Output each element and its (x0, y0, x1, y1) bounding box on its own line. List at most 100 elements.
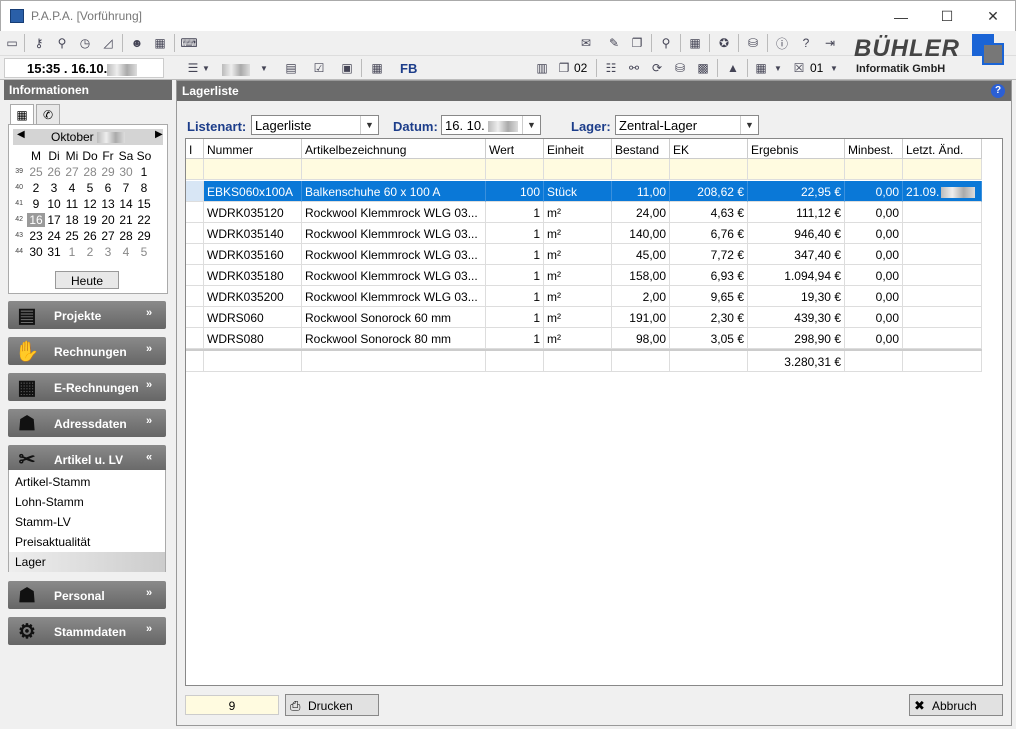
grid-icon[interactable]: ▦ (368, 59, 386, 77)
cell-col-minbest[interactable]: 0,00 (845, 223, 903, 244)
cell-col-bestand[interactable]: 11,00 (612, 181, 670, 202)
calendar-day[interactable]: 14 (117, 197, 135, 211)
calendar-tab-icon[interactable]: ▦ (10, 104, 34, 124)
cell-col-einheit[interactable]: m² (544, 265, 612, 286)
calendar-day-today[interactable]: 16 (27, 213, 45, 227)
cell-col-nummer[interactable]: WDRK035180 (204, 265, 302, 286)
cell-col-i[interactable] (186, 244, 204, 265)
minimize-button[interactable]: — (878, 1, 924, 32)
cell-col-ek[interactable]: 4,63 € (670, 202, 748, 223)
header-col-artikelbezeichnung[interactable]: Artikelbezeichnung (302, 139, 486, 159)
cell-col-bestand[interactable]: 191,00 (612, 307, 670, 328)
next-month-icon[interactable]: ▶ (155, 129, 163, 140)
header-col-i[interactable]: I (186, 139, 204, 159)
filter-cell[interactable] (486, 159, 544, 180)
cell-col-minbest[interactable]: 0,00 (845, 181, 903, 202)
exit-icon[interactable]: ⇥ (821, 34, 839, 52)
calendar-day[interactable]: 12 (81, 197, 99, 211)
help-icon[interactable]: ? (797, 34, 815, 52)
cell-col-bestand[interactable]: 45,00 (612, 244, 670, 265)
cell-col-einheit[interactable]: m² (544, 202, 612, 223)
cell-col-i[interactable] (186, 202, 204, 223)
cell-col-bestand[interactable]: 140,00 (612, 223, 670, 244)
cell-col-letzt-aend[interactable] (903, 307, 982, 328)
cell-col-nummer[interactable]: WDRK035120 (204, 202, 302, 223)
cell-col-letzt-aend[interactable] (903, 286, 982, 307)
cell-col-wert[interactable]: 100 (486, 181, 544, 202)
calendar-day[interactable]: 22 (135, 213, 153, 227)
cell-col-letzt-aend[interactable] (903, 265, 982, 286)
close-button[interactable]: ✕ (970, 1, 1016, 32)
chevron-down-icon[interactable]: ▼ (772, 59, 784, 77)
calendar-day[interactable]: 7 (117, 181, 135, 195)
cell-col-ergebnis[interactable]: 1.094,94 € (748, 265, 845, 286)
key-icon[interactable]: ⚷ (30, 34, 48, 52)
cell-col-ek[interactable]: 9,65 € (670, 286, 748, 307)
clipboard-check-icon[interactable]: ☑ (310, 59, 328, 77)
cell-col-ek[interactable]: 208,62 € (670, 181, 748, 202)
calendar-day[interactable]: 5 (135, 245, 153, 259)
calendar-day[interactable]: 10 (45, 197, 63, 211)
print-button[interactable]: ⎙ Drucken (285, 694, 379, 716)
calendar-day[interactable]: 30 (117, 165, 135, 179)
cell-col-nummer[interactable]: WDRK035160 (204, 244, 302, 265)
fb-label[interactable]: FB (400, 61, 417, 76)
calendar-day[interactable]: 4 (63, 181, 81, 195)
cell-col-wert[interactable]: 1 (486, 286, 544, 307)
calendar-day[interactable]: 29 (99, 165, 117, 179)
datum-select[interactable]: 16. 10. ▼ (441, 115, 541, 135)
phone-tab-icon[interactable]: ✆ (36, 104, 60, 124)
binary-icon[interactable]: ▩ (694, 59, 712, 77)
calendar-day[interactable]: 8 (135, 181, 153, 195)
cell-col-minbest[interactable]: 0,00 (845, 286, 903, 307)
cell-col-ergebnis[interactable]: 111,12 € (748, 202, 845, 223)
filter-cell[interactable] (186, 159, 204, 180)
cell-col-ek[interactable]: 6,76 € (670, 223, 748, 244)
cell-col-letzt-aend[interactable] (903, 244, 982, 265)
users-icon[interactable]: ☻ (128, 34, 146, 52)
calendar-day[interactable]: 2 (81, 245, 99, 259)
cell-col-artikelbezeichnung[interactable]: Rockwool Klemmrock WLG 03... (302, 286, 486, 307)
submenu-item-lager[interactable]: Lager (9, 552, 165, 572)
cell-col-ergebnis[interactable]: 22,95 € (748, 181, 845, 202)
barcode-icon[interactable]: ▥ (533, 59, 551, 77)
cell-col-artikelbezeichnung[interactable]: Rockwool Sonorock 80 mm (302, 328, 486, 349)
cell-col-bestand[interactable]: 24,00 (612, 202, 670, 223)
prev-month-icon[interactable]: ◀ (17, 129, 25, 140)
cell-col-nummer[interactable]: WDRK035140 (204, 223, 302, 244)
calendar-day[interactable]: 6 (99, 181, 117, 195)
cell-col-ergebnis[interactable]: 946,40 € (748, 223, 845, 244)
lager-select[interactable]: Zentral-Lager ▼ (615, 115, 759, 135)
cell-col-artikelbezeichnung[interactable]: Rockwool Sonorock 60 mm (302, 307, 486, 328)
cell-col-nummer[interactable]: EBKS060x100A (204, 181, 302, 202)
calendar-day[interactable]: 25 (63, 229, 81, 243)
schedule-icon[interactable]: ▤ (282, 59, 300, 77)
cell-col-wert[interactable]: 1 (486, 328, 544, 349)
cell-col-artikelbezeichnung[interactable]: Rockwool Klemmrock WLG 03... (302, 223, 486, 244)
nav-projekte[interactable]: ▤ Projekte » (8, 301, 166, 329)
copy-docs-icon[interactable]: ❐ (555, 59, 573, 77)
submenu-item-preisaktualitaet[interactable]: Preisaktualität (9, 532, 165, 552)
nav-e-rechnungen[interactable]: ▦ E-Rechnungen » (8, 373, 166, 401)
refresh-icon[interactable]: ⟳ (648, 59, 666, 77)
calendar-day[interactable]: 30 (27, 245, 45, 259)
cell-col-ek[interactable]: 3,05 € (670, 328, 748, 349)
search-person-icon[interactable]: ⚲ (53, 34, 71, 52)
cell-col-wert[interactable]: 1 (486, 265, 544, 286)
calendar-day[interactable]: 28 (117, 229, 135, 243)
cell-col-bestand[interactable]: 2,00 (612, 286, 670, 307)
cancel-button[interactable]: ✖ Abbruch (909, 694, 1003, 716)
list-icon[interactable]: ☷ (602, 59, 620, 77)
calendar-day[interactable]: 18 (63, 213, 81, 227)
chevron-down-icon[interactable]: ▼ (740, 116, 758, 134)
cell-col-nummer[interactable]: WDRS080 (204, 328, 302, 349)
filter-cell[interactable] (670, 159, 748, 180)
cell-col-i[interactable] (186, 223, 204, 244)
keyboard-icon[interactable]: ⌨ (180, 34, 198, 52)
calendar-day[interactable]: 11 (63, 197, 81, 211)
calendar-day[interactable]: 28 (81, 165, 99, 179)
cell-col-nummer[interactable]: WDRS060 (204, 307, 302, 328)
cell-col-letzt-aend[interactable] (903, 328, 982, 349)
chevron-down-icon[interactable]: ▼ (200, 59, 212, 77)
info-icon[interactable]: ⓘ (773, 34, 791, 52)
